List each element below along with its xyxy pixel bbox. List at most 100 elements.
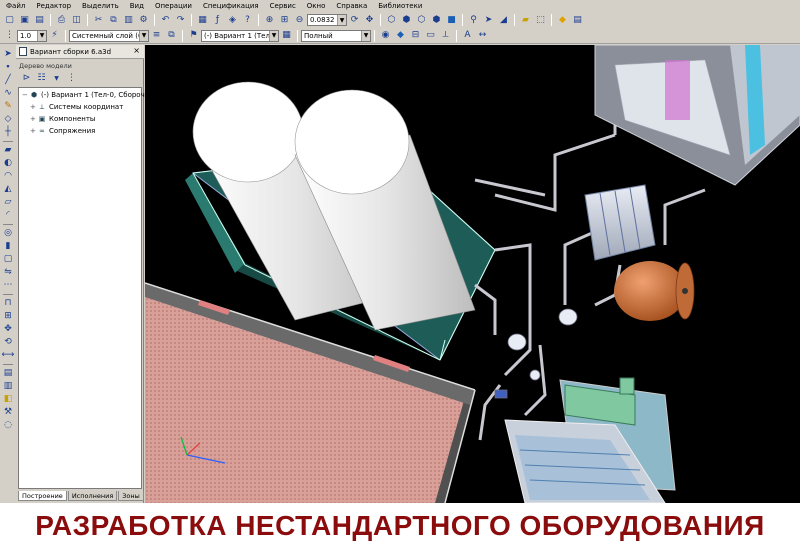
- spec-icon[interactable]: ▤: [3, 368, 14, 379]
- layer-manager-icon[interactable]: ⧉: [165, 29, 178, 42]
- new-file-icon[interactable]: ▢: [3, 14, 16, 27]
- tree-options-icon[interactable]: ⋮: [65, 72, 78, 85]
- text-icon[interactable]: A: [461, 29, 474, 42]
- layer-combo[interactable]: Системный слой (0) ▼: [69, 29, 149, 42]
- save-icon[interactable]: ▤: [33, 14, 46, 27]
- variant-icon[interactable]: ⚑: [187, 29, 200, 42]
- menu-item[interactable]: Справка: [336, 2, 367, 10]
- cut-icon[interactable]: ✂: [92, 14, 105, 27]
- extrude-icon[interactable]: ▰: [3, 145, 14, 156]
- hide-icon[interactable]: ▭: [424, 29, 437, 42]
- tree-item-mates[interactable]: + ∞ Сопряжения: [30, 127, 95, 135]
- layers-icon[interactable]: ≡: [150, 29, 163, 42]
- paste-icon[interactable]: ▥: [122, 14, 135, 27]
- plane-icon[interactable]: ◇: [3, 114, 14, 125]
- expand-icon[interactable]: +: [30, 103, 37, 111]
- expand-icon[interactable]: +: [30, 115, 37, 123]
- zoom-in-icon[interactable]: ⊕: [263, 14, 276, 27]
- close-icon[interactable]: ×: [133, 46, 140, 55]
- tree-toggle-icon[interactable]: ◆: [556, 14, 569, 27]
- hidden-lines-icon[interactable]: ⬡: [415, 14, 428, 27]
- catalog-icon[interactable]: ▤: [571, 14, 584, 27]
- variables-icon[interactable]: ƒ: [211, 14, 224, 27]
- shaded-icon[interactable]: ■: [445, 14, 458, 27]
- print-icon[interactable]: ⎙: [55, 14, 68, 27]
- revolve-icon[interactable]: ◐: [3, 158, 14, 169]
- help-icon[interactable]: ?: [241, 14, 254, 27]
- orientation-icon[interactable]: ⬡: [385, 14, 398, 27]
- rotate-icon[interactable]: ⟳: [348, 14, 361, 27]
- menu-item[interactable]: Выделить: [82, 2, 119, 10]
- menu-item[interactable]: Операции: [155, 2, 192, 10]
- copy-icon[interactable]: ⧉: [107, 14, 120, 27]
- tree-item-coordinates[interactable]: + ⟂ Системы координат: [30, 103, 123, 112]
- tree-structure-icon[interactable]: ☷: [35, 72, 48, 85]
- point-icon[interactable]: ∙: [3, 62, 14, 73]
- library-icon[interactable]: ▦: [196, 14, 209, 27]
- sweep-icon[interactable]: ◠: [3, 171, 14, 182]
- rib-icon[interactable]: ▮: [3, 241, 14, 252]
- zoom-combo[interactable]: 0.0832 ▼: [307, 14, 347, 26]
- filter-icon[interactable]: ⚲: [467, 14, 480, 27]
- axis-icon[interactable]: ┼: [3, 127, 14, 138]
- move-component-icon[interactable]: ✥: [3, 324, 14, 335]
- menu-item[interactable]: Файл: [6, 2, 25, 10]
- assembly-icon[interactable]: ⬚: [534, 14, 547, 27]
- select-arrow-icon[interactable]: ➤: [3, 49, 14, 60]
- snap-icon[interactable]: ⚡: [48, 29, 61, 42]
- curve-icon[interactable]: ∿: [3, 88, 14, 99]
- halftone-icon[interactable]: ⬢: [430, 14, 443, 27]
- collapse-icon[interactable]: −: [22, 91, 29, 99]
- redo-icon[interactable]: ↷: [174, 14, 187, 27]
- zoom-window-icon[interactable]: ⊞: [278, 14, 291, 27]
- pan-icon[interactable]: ✥: [363, 14, 376, 27]
- tab-build[interactable]: Построение: [18, 491, 67, 501]
- sheet-metal-icon[interactable]: ◧: [3, 394, 14, 405]
- mate-icon[interactable]: ⊓: [3, 298, 14, 309]
- hole-icon[interactable]: ◎: [3, 228, 14, 239]
- tree-mode-icon[interactable]: ⊳: [20, 72, 33, 85]
- part-icon[interactable]: ▰: [519, 14, 532, 27]
- menu-item[interactable]: Библиотеки: [378, 2, 422, 10]
- select-icon[interactable]: ➤: [482, 14, 495, 27]
- grid-icon[interactable]: ⋮: [3, 29, 16, 42]
- fillet-icon[interactable]: ◜: [3, 210, 14, 221]
- model-viewport[interactable]: [145, 45, 800, 503]
- loft-icon[interactable]: ◭: [3, 184, 14, 195]
- properties-icon[interactable]: ⚙: [137, 14, 150, 27]
- display-mode-combo[interactable]: Полный ▼: [301, 29, 371, 42]
- cut-extrude-icon[interactable]: ▱: [3, 197, 14, 208]
- array-icon[interactable]: ⋯: [3, 280, 14, 291]
- open-icon[interactable]: ▣: [18, 14, 31, 27]
- tree-root[interactable]: − ⬢ (-) Вариант 1 (Тел-0, Сборочн: [22, 91, 149, 99]
- variant-combo[interactable]: (-) Вариант 1 (Тел-0) ▼: [201, 29, 279, 42]
- axis-icon[interactable]: ⟂: [439, 29, 452, 42]
- preview-icon[interactable]: ◫: [70, 14, 83, 27]
- expand-icon[interactable]: +: [30, 127, 37, 135]
- tab-variants[interactable]: Исполнения: [67, 491, 118, 501]
- mirror-icon[interactable]: ⇋: [3, 267, 14, 278]
- menu-item[interactable]: Редактор: [36, 2, 71, 10]
- document-tab[interactable]: Вариант сборки 6.a3d ×: [16, 45, 144, 59]
- camera-icon[interactable]: ◉: [379, 29, 392, 42]
- perspective-icon[interactable]: ◢: [497, 14, 510, 27]
- menu-item[interactable]: Сервис: [270, 2, 296, 10]
- tree-dropdown-icon[interactable]: ▼: [50, 72, 63, 85]
- measure-icon[interactable]: ⟷: [2, 350, 15, 361]
- weld-icon[interactable]: ⚒: [3, 407, 14, 418]
- undo-icon[interactable]: ↶: [159, 14, 172, 27]
- zoom-out-icon[interactable]: ⊖: [293, 14, 306, 27]
- tab-zones[interactable]: Зоны: [118, 491, 144, 501]
- dimension-icon[interactable]: ↔: [476, 29, 489, 42]
- menu-item[interactable]: Спецификация: [203, 2, 259, 10]
- menu-item[interactable]: Окно: [307, 2, 326, 10]
- section-icon[interactable]: ⊟: [409, 29, 422, 42]
- rotate-component-icon[interactable]: ⟲: [3, 337, 14, 348]
- tree-item-components[interactable]: + ▣ Компоненты: [30, 115, 95, 123]
- scale-combo[interactable]: 1.0 ▼: [17, 29, 47, 42]
- pipe-icon[interactable]: ◌: [3, 420, 14, 431]
- add-component-icon[interactable]: ⊞: [3, 311, 14, 322]
- wireframe-icon[interactable]: ⬢: [400, 14, 413, 27]
- report-icon[interactable]: ▥: [3, 381, 14, 392]
- line-icon[interactable]: ╱: [3, 75, 14, 86]
